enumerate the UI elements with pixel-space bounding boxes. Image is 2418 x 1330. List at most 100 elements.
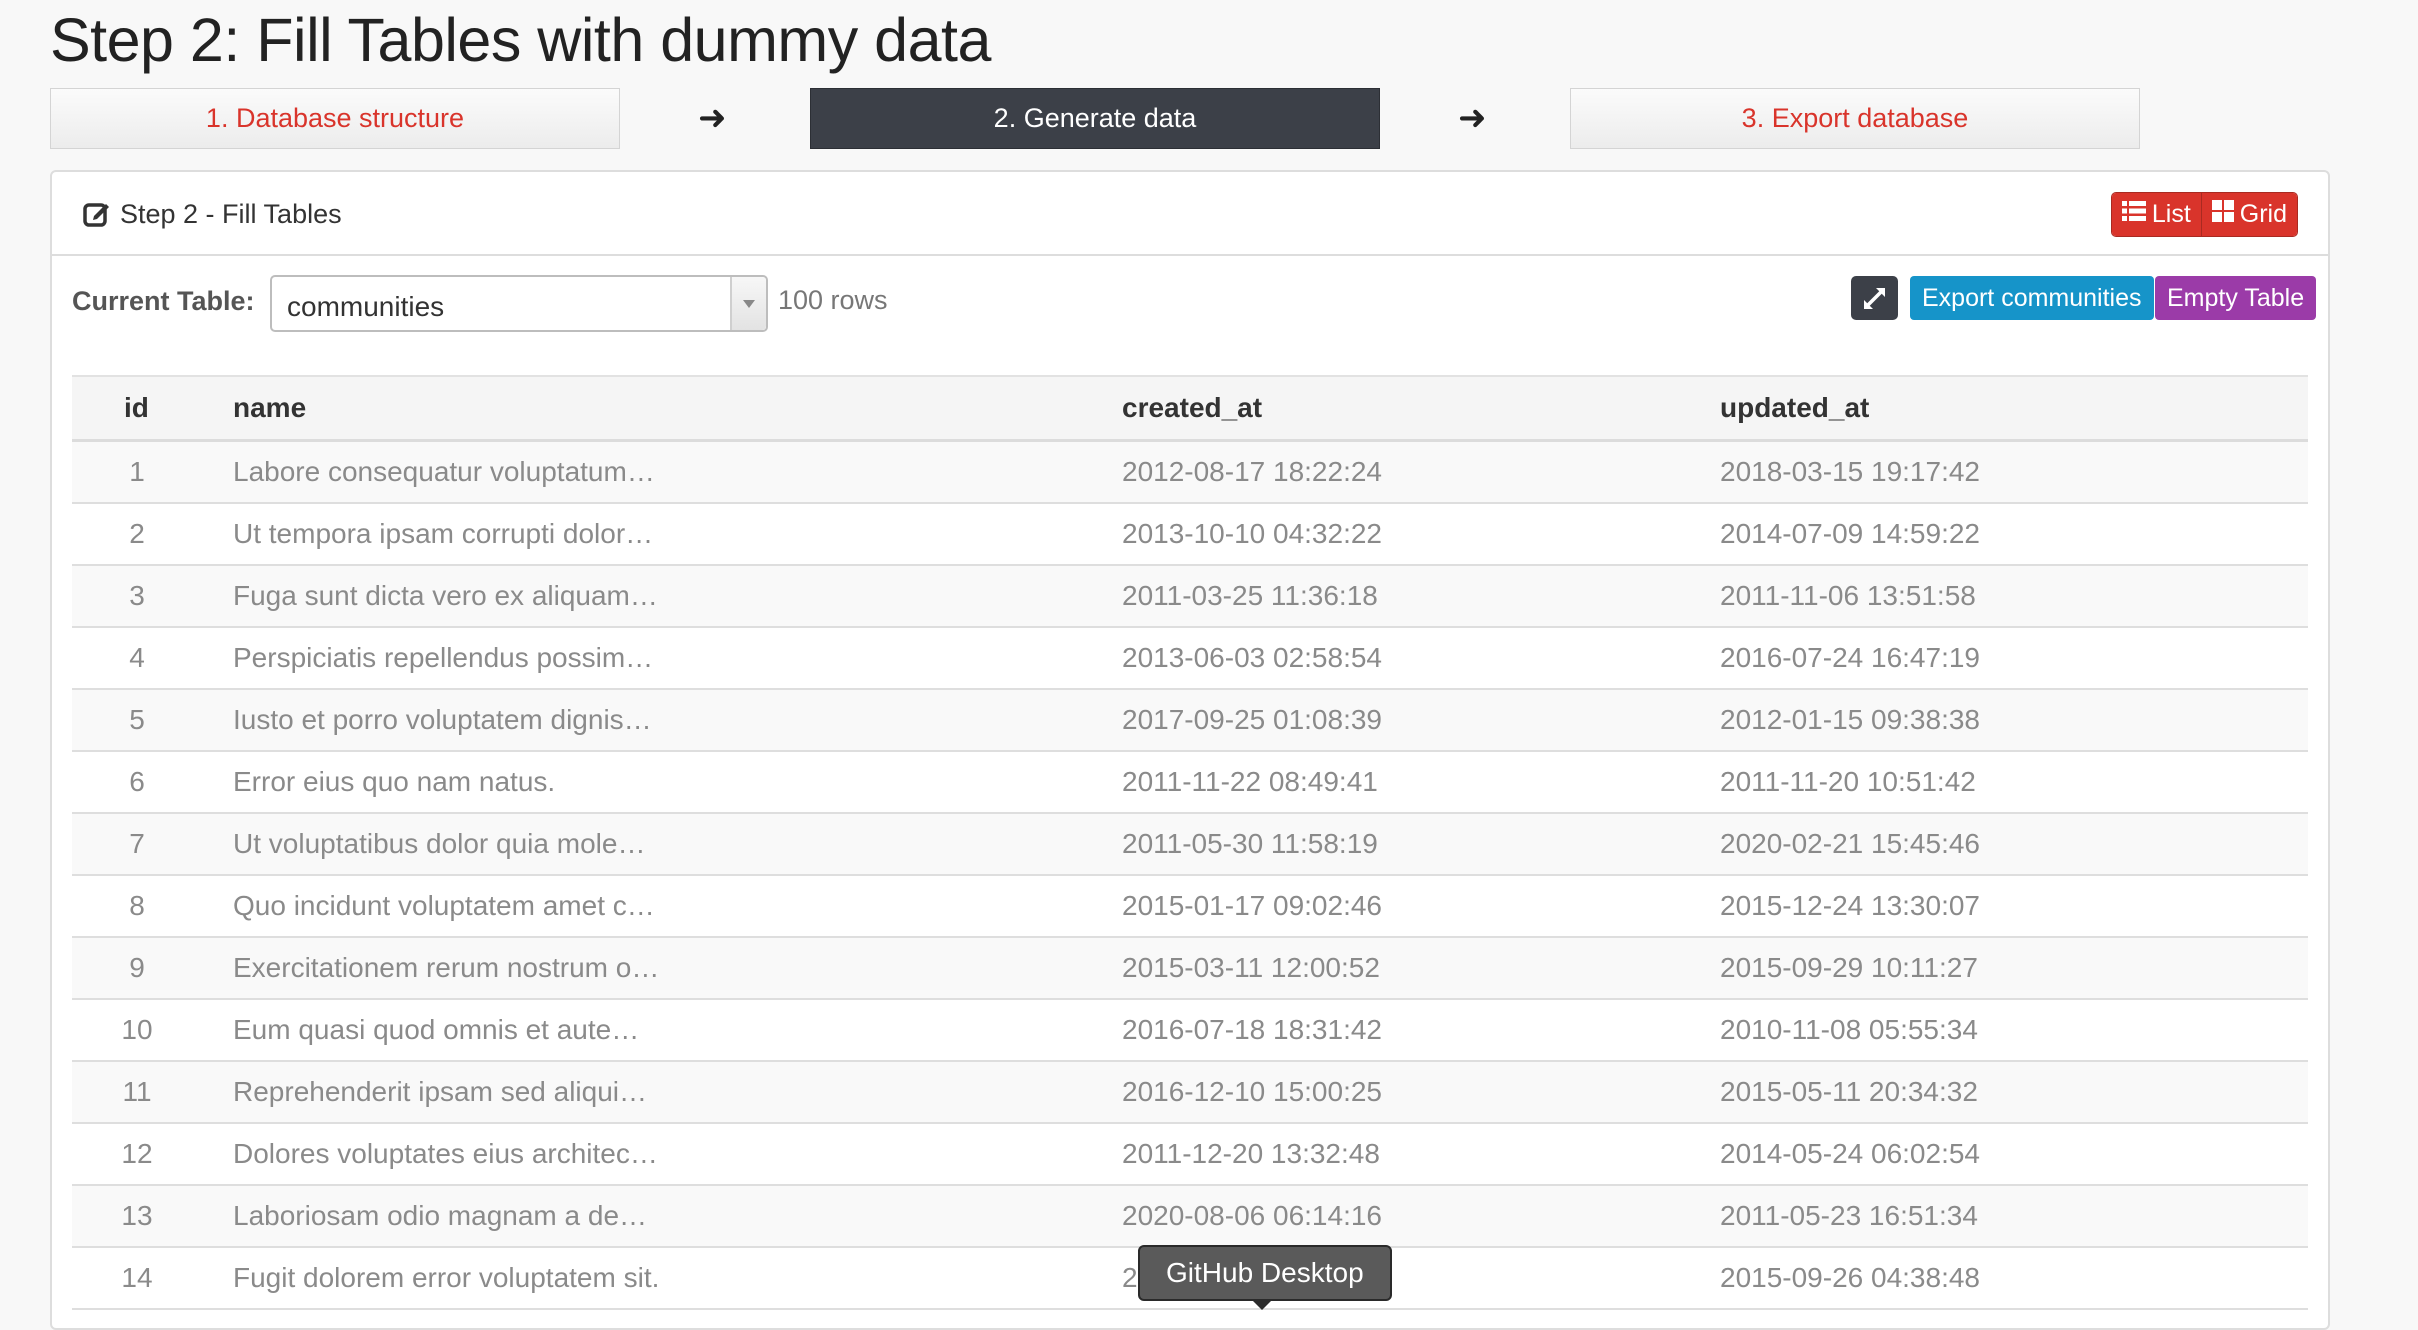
table-body: 1 Labore consequatur voluptatum… 2012-08-1… xyxy=(72,442,2308,1310)
chevron-down-icon[interactable] xyxy=(730,277,766,330)
cell-created-at: 2016-12-10 15:00:25 xyxy=(1122,1076,1382,1107)
table-row[interactable]: 2 Ut tempora ipsam corrupti dolor… 2013-10… xyxy=(72,504,2308,566)
grid-icon xyxy=(2211,193,2234,236)
cell-id: 5 xyxy=(129,704,145,735)
cell-id: 9 xyxy=(129,952,145,983)
list-view-label: List xyxy=(2151,200,2191,228)
cell-id: 13 xyxy=(121,1200,153,1231)
cell-created-at: 2011-05-30 11:58:19 xyxy=(1122,828,1378,859)
column-header-name[interactable]: name xyxy=(233,377,306,439)
view-toggle: List Grid xyxy=(2110,192,2298,237)
table-row[interactable]: 8 Quo incidunt voluptatem amet c… 2015-01-… xyxy=(72,876,2308,938)
cell-created-at: 2011-03-25 11:36:18 xyxy=(1122,580,1378,611)
cell-created-at: 2016-07-18 18:31:42 xyxy=(1122,1014,1382,1045)
cell-id: 11 xyxy=(122,1076,152,1107)
cell-id: 2 xyxy=(129,518,145,549)
table-row[interactable]: 3 Fuga sunt dicta vero ex aliquam… 2011-03… xyxy=(72,566,2308,628)
cell-name: Iusto et porro voluptatem dignis… xyxy=(233,704,652,735)
grid-view-button[interactable]: Grid xyxy=(2200,193,2297,236)
cell-updated-at: 2010-11-08 05:55:34 xyxy=(1720,1014,1978,1045)
cell-id: 12 xyxy=(121,1138,153,1169)
expand-button[interactable] xyxy=(1851,276,1898,320)
grid-view-label: Grid xyxy=(2239,200,2287,228)
cell-updated-at: 2020-02-21 15:45:46 xyxy=(1720,828,1980,859)
cell-name: Perspiciatis repellendus possim… xyxy=(233,642,654,673)
table-row[interactable]: 11 Reprehenderit ipsam sed aliqui… 2016-12… xyxy=(72,1062,2308,1124)
arrow-right-icon: ➜ xyxy=(1458,99,1487,137)
table-row[interactable]: 7 Ut voluptatibus dolor quia mole… 2011-05… xyxy=(72,814,2308,876)
page-title: Step 2: Fill Tables with dummy data xyxy=(50,6,991,74)
table-row[interactable]: 10 Eum quasi quod omnis et aute… 2016-07-1… xyxy=(72,1000,2308,1062)
cell-id: 7 xyxy=(129,828,145,859)
column-header-created-at[interactable]: created_at xyxy=(1122,377,1262,439)
table-row[interactable]: 6 Error eius quo nam natus. 2011-11-22 08:… xyxy=(72,752,2308,814)
table-row[interactable]: 9 Exercitationem rerum nostrum o… 2015-03-… xyxy=(72,938,2308,1000)
cell-id: 3 xyxy=(129,580,145,611)
cell-name: Dolores voluptates eius architec… xyxy=(233,1138,658,1169)
cell-name: Error eius quo nam natus. xyxy=(233,766,556,797)
panel-title: Step 2 - Fill Tables xyxy=(120,199,342,229)
cell-updated-at: 2018-03-15 19:17:42 xyxy=(1720,456,1980,487)
cell-name: Fugit dolorem error voluptatem sit. xyxy=(233,1262,660,1293)
cell-updated-at: 2012-01-15 09:38:38 xyxy=(1720,704,1980,735)
table-row[interactable]: 4 Perspiciatis repellendus possim… 2013-06… xyxy=(72,628,2308,690)
cell-updated-at: 2015-09-29 10:11:27 xyxy=(1720,952,1978,983)
cell-created-at: 2012-08-17 18:22:24 xyxy=(1122,456,1382,487)
cell-id: 1 xyxy=(129,456,145,487)
cell-name: Exercitationem rerum nostrum o… xyxy=(233,952,660,983)
cell-created-at: 2 xyxy=(1122,1262,1138,1293)
list-icon xyxy=(2121,193,2146,236)
table-select[interactable]: communities xyxy=(270,275,768,332)
cell-updated-at: 2011-11-06 13:51:58 xyxy=(1720,580,1976,611)
cell-name: Labore consequatur voluptatum… xyxy=(233,456,655,487)
cell-name: Quo incidunt voluptatem amet c… xyxy=(233,890,655,921)
current-table-label: Current Table: xyxy=(72,286,255,316)
cell-created-at: 2015-03-11 12:00:52 xyxy=(1122,952,1380,983)
cell-name: Reprehenderit ipsam sed aliqui… xyxy=(233,1076,647,1107)
cell-created-at: 2020-08-06 06:14:16 xyxy=(1122,1200,1382,1231)
table-row[interactable]: 13 Laboriosam odio magnam a de… 2020-08-06… xyxy=(72,1186,2308,1248)
cell-id: 4 xyxy=(129,642,145,673)
cell-created-at: 2013-10-10 04:32:22 xyxy=(1122,518,1382,549)
cell-id: 14 xyxy=(121,1262,153,1293)
data-table: id name created_at updated_at 1 Labore co… xyxy=(72,375,2308,1310)
cell-id: 6 xyxy=(129,766,145,797)
table-row[interactable]: 12 Dolores voluptates eius architec… 2011-… xyxy=(72,1124,2308,1186)
edit-icon xyxy=(82,198,112,233)
export-table-button[interactable]: Export communities xyxy=(1910,276,2154,320)
cell-updated-at: 2014-05-24 06:02:54 xyxy=(1720,1138,1980,1169)
step-export-database[interactable]: 3. Export database xyxy=(1570,88,2140,149)
cell-created-at: 2013-06-03 02:58:54 xyxy=(1122,642,1382,673)
step-generate-data[interactable]: 2. Generate data xyxy=(810,88,1380,149)
cell-id: 10 xyxy=(121,1014,153,1045)
column-header-updated-at[interactable]: updated_at xyxy=(1720,377,1869,439)
empty-table-button[interactable]: Empty Table xyxy=(2155,276,2317,320)
cell-name: Fuga sunt dicta vero ex aliquam… xyxy=(233,580,658,611)
expand-icon xyxy=(1851,288,1898,324)
step-database-structure[interactable]: 1. Database structure xyxy=(50,88,620,149)
list-view-button[interactable]: List xyxy=(2111,193,2201,236)
cell-created-at: 2011-11-22 08:49:41 xyxy=(1122,766,1378,797)
cell-updated-at: 2015-12-24 13:30:07 xyxy=(1720,890,1980,921)
cell-updated-at: 2016-07-24 16:47:19 xyxy=(1720,642,1980,673)
cell-created-at: 2015-01-17 09:02:46 xyxy=(1122,890,1382,921)
cell-id: 8 xyxy=(129,890,145,921)
column-header-id[interactable]: id xyxy=(124,377,149,439)
table-row[interactable]: 5 Iusto et porro voluptatem dignis… 2017-0… xyxy=(72,690,2308,752)
cell-created-at: 2011-12-20 13:32:48 xyxy=(1122,1138,1380,1169)
cell-updated-at: 2011-05-23 16:51:34 xyxy=(1720,1200,1978,1231)
cell-updated-at: 2015-09-26 04:38:48 xyxy=(1720,1262,1980,1293)
cell-name: Laboriosam odio magnam a de… xyxy=(233,1200,648,1231)
row-count: 100 rows xyxy=(778,285,888,315)
cell-updated-at: 2015-05-11 20:34:32 xyxy=(1720,1076,1978,1107)
cell-created-at: 2017-09-25 01:08:39 xyxy=(1122,704,1382,735)
panel-heading: Step 2 - Fill Tables List Grid xyxy=(52,172,2328,256)
cell-updated-at: 2011-11-20 10:51:42 xyxy=(1720,766,1976,797)
table-row[interactable]: 1 Labore consequatur voluptatum… 2012-08-1… xyxy=(72,442,2308,504)
dock-tooltip: GitHub Desktop xyxy=(1138,1245,1392,1310)
cell-name: Eum quasi quod omnis et aute… xyxy=(233,1014,640,1045)
table-header: id name created_at updated_at xyxy=(72,377,2308,442)
cell-updated-at: 2014-07-09 14:59:22 xyxy=(1720,518,1980,549)
cell-name: Ut voluptatibus dolor quia mole… xyxy=(233,828,646,859)
fill-tables-panel: Step 2 - Fill Tables List Grid Current T… xyxy=(50,170,2330,1330)
